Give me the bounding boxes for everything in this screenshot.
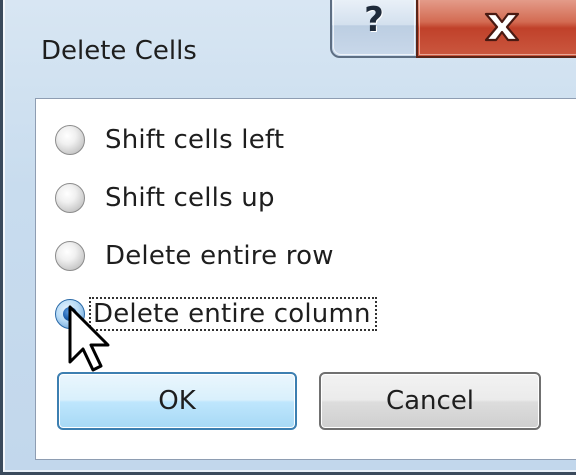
- close-x-icon: [484, 12, 520, 42]
- option-label: Shift cells left: [105, 125, 285, 155]
- help-button[interactable]: ?: [330, 0, 418, 58]
- radio-delete-entire-row[interactable]: [55, 241, 85, 271]
- option-shift-cells-left[interactable]: Shift cells left: [55, 120, 284, 160]
- option-delete-entire-row[interactable]: Delete entire row: [55, 236, 334, 276]
- cancel-button[interactable]: Cancel: [319, 372, 541, 430]
- option-label: Delete entire column: [89, 297, 377, 331]
- title-bar-buttons: ?: [330, 0, 576, 64]
- option-label: Shift cells up: [105, 183, 275, 213]
- radio-shift-cells-left[interactable]: [55, 125, 85, 155]
- radio-shift-cells-up[interactable]: [55, 183, 85, 213]
- dialog-title: Delete Cells: [41, 36, 197, 66]
- ok-button[interactable]: OK: [57, 372, 297, 430]
- question-mark-icon: ?: [364, 0, 384, 40]
- option-label: Delete entire row: [105, 241, 334, 271]
- option-shift-cells-up[interactable]: Shift cells up: [55, 178, 275, 218]
- close-button[interactable]: [416, 0, 576, 58]
- mouse-pointer-arrow-icon: [68, 305, 110, 372]
- delete-cells-dialog: Delete Cells ? Shift cells left Shift ce…: [0, 0, 576, 475]
